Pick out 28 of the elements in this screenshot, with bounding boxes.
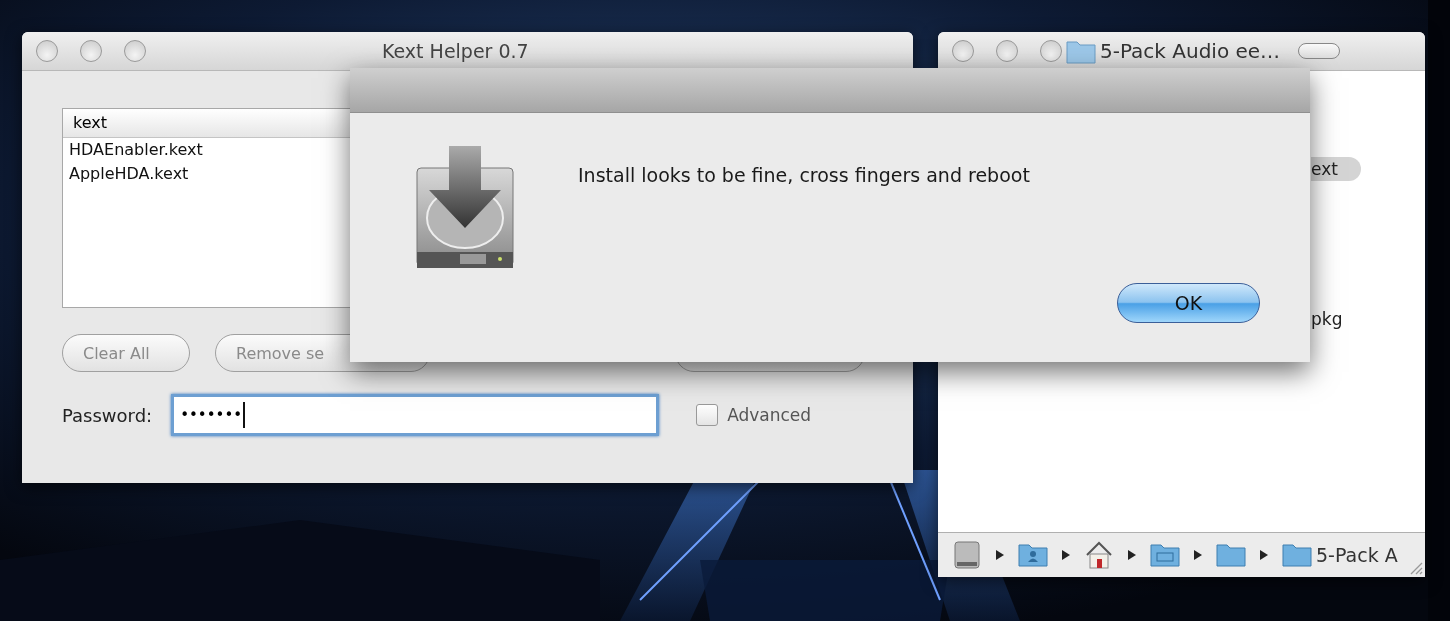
close-button[interactable] (952, 40, 974, 62)
hard-drive-icon[interactable] (952, 540, 982, 570)
toolbar-toggle-button[interactable] (1298, 43, 1341, 59)
house-icon[interactable] (1084, 540, 1114, 570)
password-label: Password: (62, 404, 153, 426)
minimize-button[interactable] (996, 40, 1018, 62)
arrow-icon (1128, 550, 1136, 560)
window-title: 5-Pack Audio ee… (1100, 39, 1281, 63)
drive-download-icon (415, 146, 515, 270)
minimize-button[interactable] (80, 40, 102, 62)
arrow-icon (996, 550, 1004, 560)
checkbox-label: Advanced (727, 405, 812, 425)
resize-grip-icon (1409, 561, 1423, 575)
file-item[interactable]: ext (1311, 157, 1361, 181)
password-field[interactable]: ••••••• (171, 394, 660, 436)
zoom-button[interactable] (1040, 40, 1062, 62)
arrow-icon (1062, 550, 1070, 560)
checkbox[interactable] (696, 404, 719, 426)
zoom-button[interactable] (124, 40, 146, 62)
path-item[interactable]: 5-Pack A (1282, 540, 1398, 570)
window-title: Kext Helper 0.7 (382, 40, 529, 62)
ok-button[interactable]: OK (1117, 283, 1260, 323)
folder-icon (1066, 38, 1096, 64)
file-item[interactable]: pkg (1311, 307, 1371, 331)
arrow-icon (1260, 550, 1268, 560)
close-button[interactable] (36, 40, 58, 62)
dialog-message: Install looks to be fine, cross fingers and reboot (578, 164, 1031, 186)
arrow-icon (1194, 550, 1202, 560)
